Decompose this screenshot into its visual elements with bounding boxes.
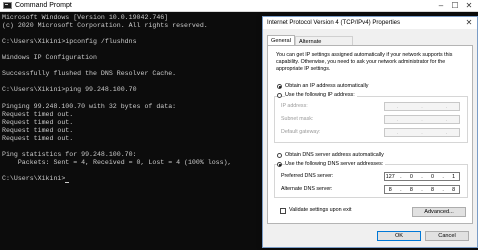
ip-manual-radio[interactable] [277,93,282,98]
console-prompt: C:\Users\Xikini> [2,174,66,182]
console-line: Ping statistics for 99.248.100.70: [2,150,137,158]
general-tab-panel: You can get IP settings assigned automat… [267,45,473,224]
dns-manual-radio[interactable] [277,162,282,167]
subnet-mask-label: Subnet mask: [281,116,314,122]
ip-address-label: IP address: [281,103,308,109]
console-line: Request timed out. [2,126,74,134]
console-line: Pinging 99.248.100.70 with 32 bytes of d… [2,102,177,110]
advanced-button[interactable]: Advanced... [412,207,466,217]
console-line: C:\Users\Xikini>ping 99.248.100.70 [2,86,137,94]
dns-manual-label[interactable]: Use the following DNS server addresses: [285,161,386,168]
console-line: Windows IP Configuration [2,54,97,62]
subnet-mask-field: ... [384,115,460,124]
cmd-window-controls: – ☐ ✕ [434,0,476,12]
minimize-button[interactable]: – [434,0,448,12]
console-line: C:\Users\Xikini>ipconfig /flushdns [2,38,137,46]
cancel-button[interactable]: Cancel [425,231,469,241]
preferred-dns-field[interactable]: 127. 0. 0. 1 [384,172,460,181]
ipv4-properties-dialog: Internet Protocol Version 4 (TCP/IPv4) P… [262,16,478,248]
alternate-dns-field[interactable]: 8.8.8.8 [384,185,460,194]
cmd-icon [3,2,12,9]
ip-settings-description: You can get IP settings assigned automat… [276,52,453,72]
alternate-dns-label: Alternate DNS server: [281,186,333,192]
cmd-titlebar[interactable]: Command Prompt – ☐ ✕ [0,0,478,12]
ip-address-field: ... [384,102,460,111]
close-button[interactable]: ✕ [462,0,476,12]
ip-auto-label[interactable]: Obtain an IP address automatically [285,83,369,90]
dns-auto-label[interactable]: Obtain DNS server address automatically [285,152,384,159]
dialog-title: Internet Protocol Version 4 (TCP/IPv4) P… [267,19,401,26]
dialog-titlebar[interactable]: Internet Protocol Version 4 (TCP/IPv4) P… [263,17,477,29]
text-cursor [65,181,70,183]
validate-label[interactable]: Validate settings upon exit [289,207,352,214]
maximize-button[interactable]: ☐ [448,0,462,12]
ip-manual-label[interactable]: Use the following IP address: [285,92,357,99]
ok-button[interactable]: OK [377,231,421,241]
console-line: Successfully flushed the DNS Resolver Ca… [2,70,177,78]
cmd-window-title: Command Prompt [15,2,72,9]
console-line: Request timed out. [2,110,74,118]
preferred-dns-label: Preferred DNS server: [281,173,334,179]
console-line: Packets: Sent = 4, Received = 0, Lost = … [2,158,232,166]
default-gateway-label: Default gateway: [281,129,321,135]
dialog-close-button[interactable]: ✕ [463,17,475,29]
console-line: Microsoft Windows [Version 10.0.19042.74… [2,14,169,21]
ip-auto-radio[interactable] [277,84,282,89]
console-output[interactable]: Microsoft Windows [Version 10.0.19042.74… [2,14,262,250]
console-line: (c) 2020 Microsoft Corporation. All righ… [2,22,208,30]
validate-checkbox[interactable] [280,208,286,214]
console-line: Request timed out. [2,134,74,142]
console-prompt-line[interactable]: C:\Users\Xikini> [2,175,262,183]
default-gateway-field: ... [384,128,460,137]
console-line: Request timed out. [2,118,74,126]
dns-auto-radio[interactable] [277,153,282,158]
